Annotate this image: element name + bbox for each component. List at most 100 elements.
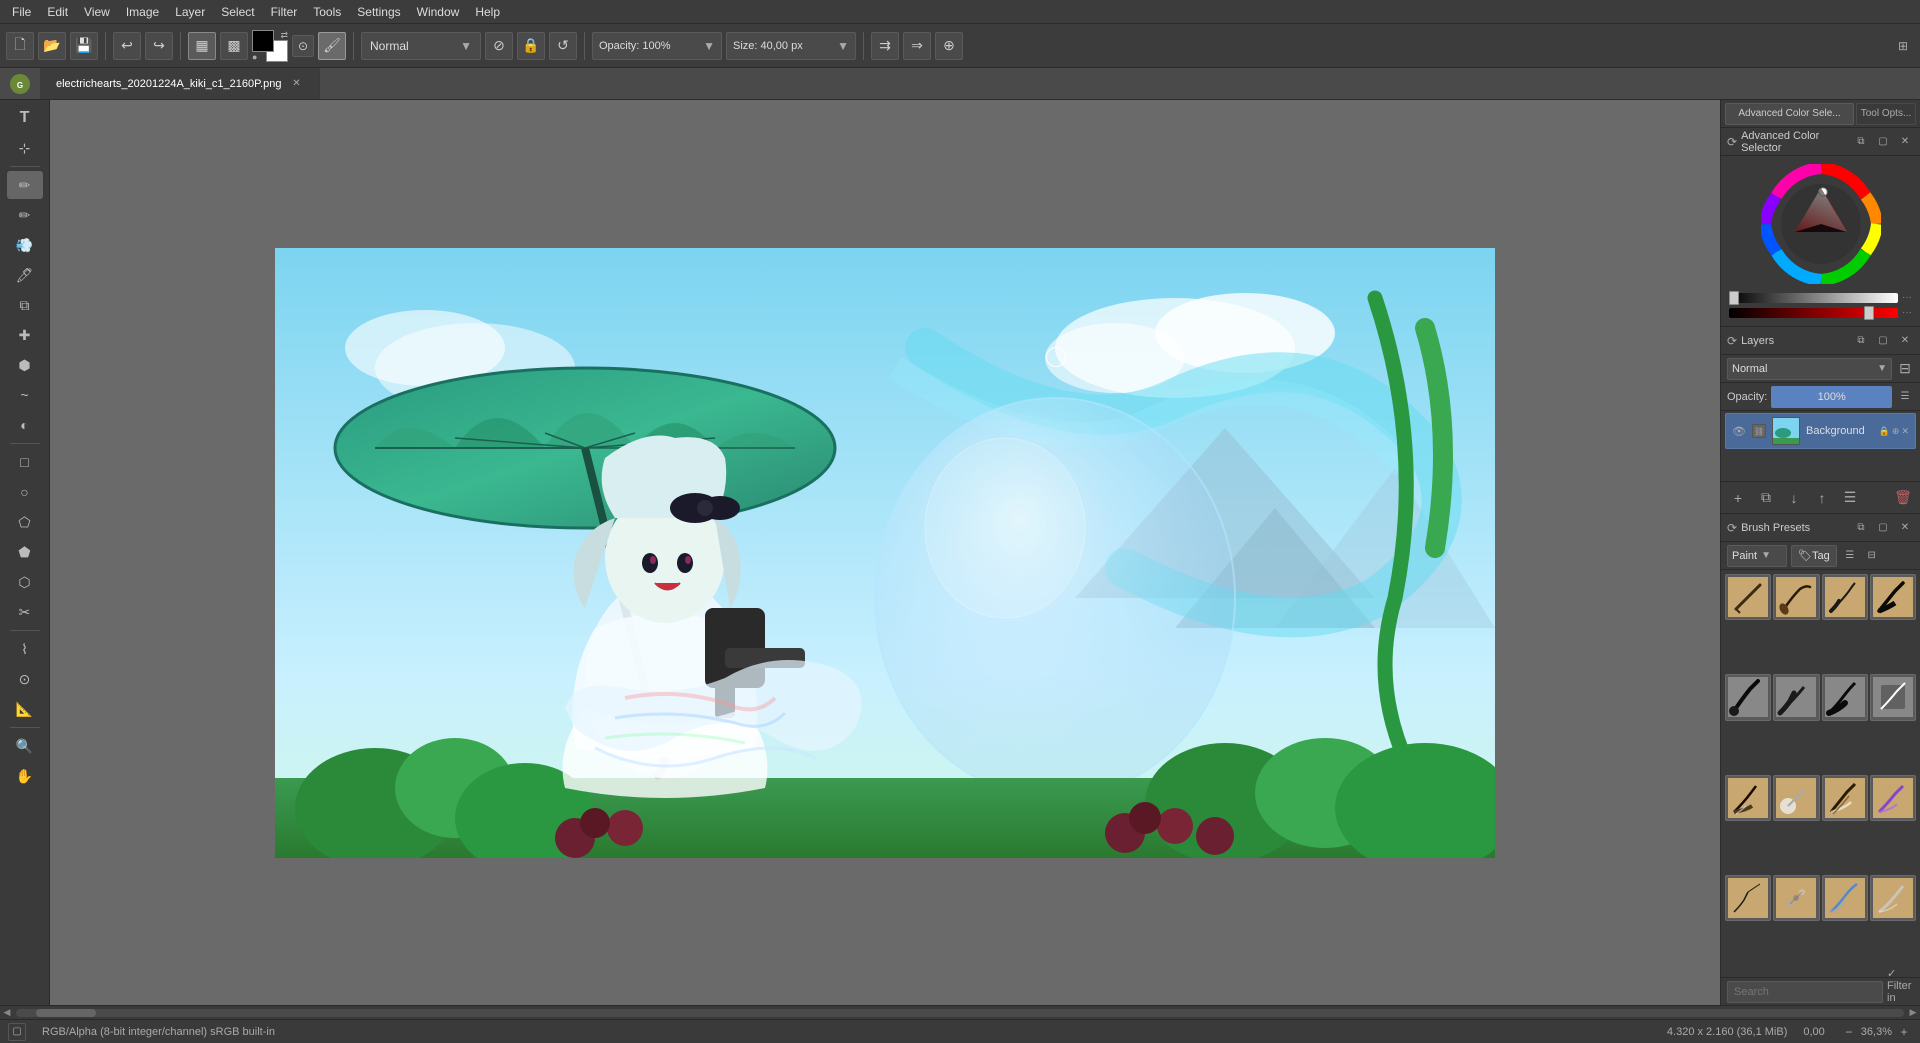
rect-select-tool[interactable]: □ xyxy=(7,448,43,476)
brush-presets-expand-button[interactable]: ▢ xyxy=(1874,519,1892,537)
brush-item-7[interactable] xyxy=(1870,674,1916,720)
brush-item-15[interactable] xyxy=(1870,875,1916,921)
duplicate-layer-button[interactable]: ⧉ xyxy=(1755,487,1777,509)
move-layer-up-button[interactable]: ↑ xyxy=(1811,487,1833,509)
color-swap-icon[interactable]: ⇄ xyxy=(280,30,288,41)
save-file-button[interactable]: 💾 xyxy=(70,32,98,60)
color-selector-close-button[interactable]: ✕ xyxy=(1896,133,1914,151)
select-by-color-tool[interactable]: ⬡ xyxy=(7,568,43,596)
window-resize-button[interactable]: ⊞ xyxy=(1892,35,1914,57)
brush-item-8[interactable] xyxy=(1725,775,1771,821)
perspective-tool2[interactable]: ⬢ xyxy=(7,351,43,379)
lock2-button[interactable]: ↺ xyxy=(549,32,577,60)
brush-item-9[interactable] xyxy=(1773,775,1819,821)
free-select-tool[interactable]: ⬠ xyxy=(7,508,43,536)
brush-presets-float-button[interactable]: ⧉ xyxy=(1852,519,1870,537)
move-layer-down-button[interactable]: ↓ xyxy=(1783,487,1805,509)
color-wheel-container[interactable] xyxy=(1729,164,1912,284)
brush-item-10[interactable] xyxy=(1822,775,1868,821)
color-wheel[interactable] xyxy=(1761,164,1881,284)
brush-item-11[interactable] xyxy=(1870,775,1916,821)
layer-filter-button[interactable]: ⊟ xyxy=(1896,360,1914,378)
layer-chain-icon[interactable]: ⛓ xyxy=(1752,424,1766,438)
brush-view-button[interactable]: ☰ xyxy=(1841,547,1859,565)
status-expand-button[interactable]: ▢ xyxy=(8,1023,26,1041)
layer-visibility-toggle[interactable]: 👁 xyxy=(1732,424,1746,438)
layer-blend-mode-dropdown[interactable]: Normal ▼ xyxy=(1727,358,1892,380)
red-slider[interactable] xyxy=(1729,308,1898,318)
layers-float-button[interactable]: ⧉ xyxy=(1852,332,1870,350)
scroll-track[interactable] xyxy=(16,1009,1904,1017)
new-file-button[interactable]: 🗋 xyxy=(6,32,34,60)
layers-close-button[interactable]: ✕ xyxy=(1896,332,1914,350)
erase-button[interactable]: ⊘ xyxy=(485,32,513,60)
advanced-color-tab[interactable]: Advanced Color Sele... xyxy=(1725,103,1854,125)
ink-tool[interactable]: 🖊 xyxy=(7,261,43,289)
menu-select[interactable]: Select xyxy=(213,3,262,21)
menu-view[interactable]: View xyxy=(76,3,118,21)
brush-item-2[interactable] xyxy=(1822,574,1868,620)
paths-tool[interactable]: ⌇ xyxy=(7,635,43,663)
brush-options-button[interactable]: ⊟ xyxy=(1863,547,1881,565)
brush-item-3[interactable] xyxy=(1870,574,1916,620)
transform-button[interactable]: ⊕ xyxy=(935,32,963,60)
pencil-tool[interactable]: ✏ xyxy=(7,201,43,229)
menu-image[interactable]: Image xyxy=(118,3,167,21)
color-selector-float-button[interactable]: ⧉ xyxy=(1852,133,1870,151)
size-control[interactable]: Size: 40,00 px ▼ xyxy=(726,32,856,60)
zoom-out-button[interactable]: − xyxy=(1841,1024,1857,1040)
airbrush-tool[interactable]: 💨 xyxy=(7,231,43,259)
canvas-area[interactable]: Tyson Tan xyxy=(50,100,1720,1005)
menu-edit[interactable]: Edit xyxy=(39,3,76,21)
menu-tools[interactable]: Tools xyxy=(305,3,349,21)
grid-toggle-button[interactable]: ▦ xyxy=(188,32,216,60)
brush-presets-close-button[interactable]: ✕ xyxy=(1896,519,1914,537)
ellipse-select-tool[interactable]: ○ xyxy=(7,478,43,506)
layer-more-icon[interactable]: ⊕ xyxy=(1892,426,1900,437)
menu-layer[interactable]: Layer xyxy=(167,3,213,21)
dodge-burn-tool[interactable]: ◐ xyxy=(7,411,43,439)
scroll-left-button[interactable]: ◀ xyxy=(0,1006,14,1020)
lock-alpha-button[interactable]: 🔒 xyxy=(517,32,545,60)
align-tool[interactable]: ⊹ xyxy=(7,134,43,162)
menu-file[interactable]: File xyxy=(4,3,39,21)
redo-button[interactable]: ↪ xyxy=(145,32,173,60)
menu-filter[interactable]: Filter xyxy=(263,3,306,21)
scissors-select-tool[interactable]: ✂ xyxy=(7,598,43,626)
clone-tool[interactable]: ⧉ xyxy=(7,291,43,319)
color-reset-icon[interactable]: ● xyxy=(252,52,257,62)
color-selector-expand-button[interactable]: ▢ xyxy=(1874,133,1892,151)
layer-lock-icon[interactable]: 🔒 xyxy=(1879,426,1890,437)
brush-item-6[interactable] xyxy=(1822,674,1868,720)
horizontal-scrollbar[interactable]: ◀ ▶ xyxy=(0,1005,1920,1019)
add-layer-button[interactable]: + xyxy=(1727,487,1749,509)
layer-item-background[interactable]: 👁 ⛓ Background 🔒 ⊕ ✕ xyxy=(1725,413,1916,449)
delete-layer-button[interactable]: 🗑 xyxy=(1892,487,1914,509)
layer-opacity-control[interactable]: 100% xyxy=(1771,386,1892,408)
layer-delete-icon[interactable]: ✕ xyxy=(1901,426,1909,437)
brush-item-13[interactable] xyxy=(1773,875,1819,921)
scroll-thumb[interactable] xyxy=(36,1009,96,1017)
menu-window[interactable]: Window xyxy=(409,3,468,21)
tab-close-button[interactable]: ✕ xyxy=(289,77,303,91)
brush-tag-button[interactable]: 🏷 Tag xyxy=(1791,545,1837,567)
fg-bg-color-selector[interactable]: ⇄ ● xyxy=(252,30,288,62)
paint-tool[interactable]: ✏ xyxy=(7,171,43,199)
fuzzy-select-tool[interactable]: ⬟ xyxy=(7,538,43,566)
layer-menu-button[interactable]: ☰ xyxy=(1839,487,1861,509)
pan-tool[interactable]: ✋ xyxy=(7,762,43,790)
brush-item-12[interactable] xyxy=(1725,875,1771,921)
smudge-tool[interactable]: ~ xyxy=(7,381,43,409)
align-button[interactable]: ⇉ xyxy=(871,32,899,60)
layers-expand-button[interactable]: ▢ xyxy=(1874,332,1892,350)
blend-mode-dropdown[interactable]: Normal ▼ xyxy=(361,32,481,60)
brush-search-input[interactable] xyxy=(1727,981,1883,1003)
open-file-button[interactable]: 📂 xyxy=(38,32,66,60)
text-tool[interactable]: T xyxy=(7,104,43,132)
brush-item-5[interactable] xyxy=(1773,674,1819,720)
measure-tool[interactable]: 📐 xyxy=(7,695,43,723)
brush-item-14[interactable] xyxy=(1822,875,1868,921)
flip-button[interactable]: ⇒ xyxy=(903,32,931,60)
tool-opts-tab[interactable]: Tool Opts... xyxy=(1856,103,1916,125)
brush-item-4[interactable] xyxy=(1725,674,1771,720)
